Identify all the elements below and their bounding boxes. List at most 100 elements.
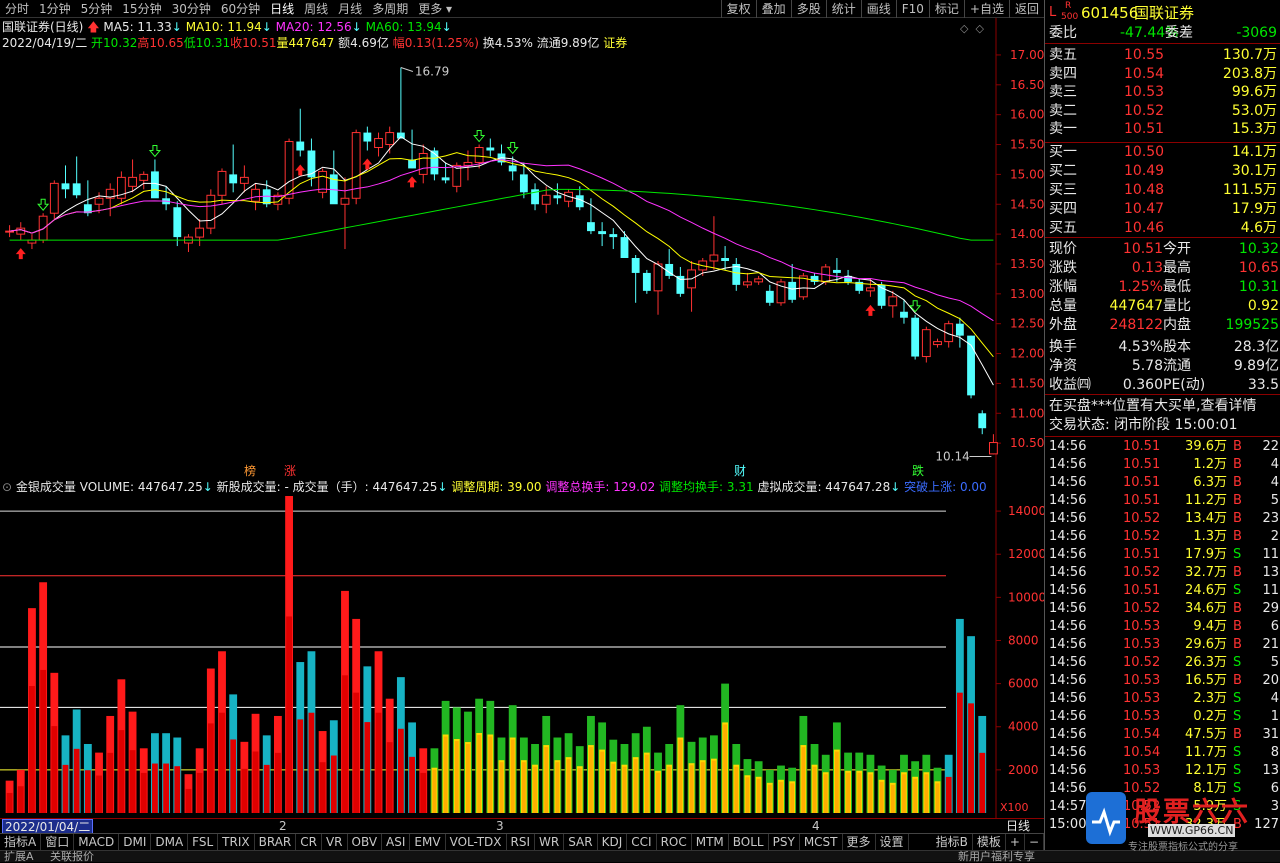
price-chart-panel[interactable]: 国联证券(日线) 🡅 MA5: 11.33↓ MA10: 11.94↓ MA20…: [0, 18, 1044, 478]
tool-button[interactable]: 标记: [928, 0, 964, 18]
event-marker[interactable]: 财: [734, 464, 746, 478]
tick-row[interactable]: 14:56 10.51 1.2万 B 4: [1045, 456, 1280, 474]
tick-price: 10.51: [1123, 439, 1161, 454]
tick-row[interactable]: 14:56 10.54 11.7万 S 8: [1045, 744, 1280, 762]
indicator-tab[interactable]: MACD: [74, 834, 120, 850]
indicator-tab[interactable]: 更多: [843, 834, 876, 850]
volume-panel[interactable]: ⊙ 金银成交量 VOLUME: 447647.25↓ 新股成交量: - 成交量（…: [0, 478, 1044, 818]
period-tab[interactable]: 15分钟: [117, 0, 166, 18]
volume-bar: [50, 672, 59, 813]
ask-volume: 99.6万: [1231, 84, 1277, 101]
tick-row[interactable]: 14:56 10.51 39.6万 B 22: [1045, 438, 1280, 456]
period-tab[interactable]: 周线: [299, 0, 333, 18]
indicator-tab[interactable]: VR: [322, 834, 348, 850]
indicator-tab[interactable]: BOLL: [729, 834, 769, 850]
indicator-tab[interactable]: CCI: [627, 834, 657, 850]
tick-row[interactable]: 14:56 10.52 34.6万 B 29: [1045, 600, 1280, 618]
candle: [709, 216, 719, 270]
tick-row[interactable]: 14:56 10.51 24.6万 S 11: [1045, 582, 1280, 600]
tick-row[interactable]: 14:56 10.51 11.2万 B 5: [1045, 492, 1280, 510]
tool-button[interactable]: F10: [895, 0, 929, 18]
period-tab[interactable]: 60分钟: [216, 0, 265, 18]
period-tab[interactable]: 日线: [265, 0, 299, 18]
tick-row[interactable]: 14:56 10.53 0.2万 S 1: [1045, 708, 1280, 726]
tool-button[interactable]: 多股: [790, 0, 826, 18]
tick-row[interactable]: 14:56 10.53 29.6万 B 21: [1045, 636, 1280, 654]
indicator-tab[interactable]: OBV: [348, 834, 383, 850]
tick-volume: 11.7万: [1185, 745, 1227, 760]
tool-button[interactable]: +自选: [963, 0, 1009, 18]
candle: [776, 278, 786, 306]
indicator-tab[interactable]: VOL-TDX: [446, 834, 507, 850]
ask-row: 卖二 10.52 53.0万: [1045, 102, 1280, 120]
indicator-tab[interactable]: KDJ: [598, 834, 628, 850]
tick-row[interactable]: 14:56 10.54 47.5万 B 31: [1045, 726, 1280, 744]
tick-volume: 8.1万: [1193, 781, 1227, 796]
indicator-tab[interactable]: ROC: [657, 834, 692, 850]
event-marker[interactable]: 跌: [912, 463, 924, 478]
tick-row[interactable]: 14:56 10.51 17.9万 S 11: [1045, 546, 1280, 564]
related-quote-tab[interactable]: 关联报价: [50, 851, 94, 863]
ask-label: 卖二: [1049, 102, 1077, 119]
indicator-tab[interactable]: SAR: [564, 834, 598, 850]
indicator-tool[interactable]: +: [1006, 834, 1025, 850]
new-user-promo[interactable]: 新用户福利专享: [958, 851, 1035, 863]
indicator-tool[interactable]: −: [1025, 834, 1044, 850]
tick-row[interactable]: 14:56 10.52 32.7万 B 13: [1045, 564, 1280, 582]
tick-row[interactable]: 15:00 10.51 32.3万 B 127: [1045, 816, 1280, 834]
indicator-tab[interactable]: 窗口: [41, 834, 75, 850]
tool-button[interactable]: 叠加: [755, 0, 791, 18]
period-tab[interactable]: 月线: [333, 0, 367, 18]
stat-row: 现价 10.51 今开 10.32: [1045, 240, 1280, 258]
tick-row[interactable]: 14:56 10.53 9.4万 B 6: [1045, 618, 1280, 636]
indicator-tab[interactable]: 指标A: [0, 834, 42, 850]
candlestick-chart[interactable]: 17.00 16.50 16.00 15.50 15.00 14.50 14.00 13.50…: [0, 18, 1044, 478]
big-order-link[interactable]: 在买盘***位置有大买单,查看详情: [1049, 397, 1256, 415]
period-tab[interactable]: 30分钟: [167, 0, 216, 18]
indicator-tab[interactable]: 设置: [876, 834, 909, 850]
indicator-tab[interactable]: DMA: [151, 834, 189, 850]
tick-row[interactable]: 14:56 10.51 6.3万 B 4: [1045, 474, 1280, 492]
indicator-tool[interactable]: 指标B: [932, 834, 973, 850]
indicator-tab[interactable]: TRIX: [218, 834, 255, 850]
period-tab[interactable]: 5分钟: [76, 0, 118, 18]
tool-button[interactable]: 复权: [720, 0, 756, 18]
tick-volume: 1.3万: [1193, 529, 1227, 544]
tick-row[interactable]: 14:56 10.52 26.3万 S 5: [1045, 654, 1280, 672]
sell-signal-icon: [909, 300, 922, 313]
tick-row[interactable]: 14:56 10.52 13.4万 B 23: [1045, 510, 1280, 528]
indicator-tab[interactable]: MCST: [800, 834, 843, 850]
indicator-tab[interactable]: FSL: [188, 834, 219, 850]
volume-bar: [486, 700, 495, 813]
tool-button[interactable]: 返回: [1008, 0, 1044, 18]
indicator-tab[interactable]: DMI: [119, 834, 152, 850]
volume-bars-chart[interactable]: 14000 12000 10000 8000 6000 4000 2000 X100: [0, 478, 1044, 818]
indicator-tab[interactable]: BRAR: [255, 834, 297, 850]
period-tab[interactable]: 分时: [0, 0, 34, 18]
indicator-tab[interactable]: CR: [296, 834, 322, 850]
period-tab[interactable]: 1分钟: [34, 0, 76, 18]
tool-button[interactable]: 画线: [860, 0, 896, 18]
indicator-tab[interactable]: MTM: [692, 834, 729, 850]
indicator-tool[interactable]: 模板: [973, 834, 1006, 850]
indicator-tab[interactable]: WR: [535, 834, 565, 850]
tool-button[interactable]: 统计: [825, 0, 861, 18]
indicator-tab[interactable]: RSI: [507, 834, 536, 850]
tick-row[interactable]: 14:56 10.53 16.5万 B 20: [1045, 672, 1280, 690]
period-tab[interactable]: 多周期: [367, 0, 413, 18]
ext-tab[interactable]: 扩展A: [4, 851, 34, 863]
tick-row[interactable]: 14:56 10.53 2.3万 S 4: [1045, 690, 1280, 708]
indicator-tab[interactable]: ASI: [382, 834, 411, 850]
tick-row[interactable]: 14:56 10.53 12.1万 S 13: [1045, 762, 1280, 780]
tick-row[interactable]: 14:56 10.52 1.3万 B 2: [1045, 528, 1280, 546]
indicator-tab[interactable]: EMV: [410, 834, 446, 850]
period-tab[interactable]: 更多 ▾: [413, 0, 457, 18]
event-marker[interactable]: 榜: [244, 463, 256, 478]
indicator-tab[interactable]: PSY: [769, 834, 800, 850]
stat-value: 0.92: [1247, 298, 1279, 314]
tick-row[interactable]: 14:56 10.52 8.1万 S 6: [1045, 780, 1280, 798]
volume-bar: [229, 694, 238, 813]
big-order-notice[interactable]: 在买盘***位置有大买单,查看详情: [1045, 397, 1280, 415]
event-marker[interactable]: 涨: [284, 463, 296, 478]
tick-row[interactable]: 14:57 10.52 5.9万 S 3: [1045, 798, 1280, 816]
